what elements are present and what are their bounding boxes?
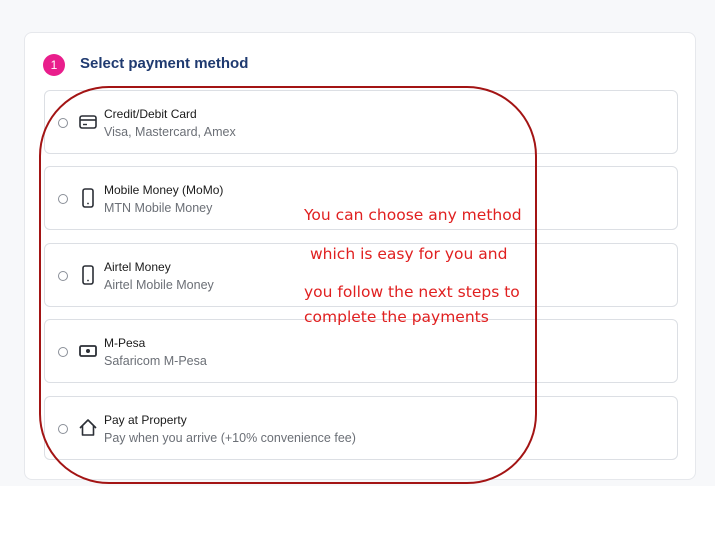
payment-option-mpesa[interactable]: M-Pesa Safaricom M-Pesa <box>44 319 678 383</box>
option-label: Airtel Money <box>104 260 171 274</box>
annotation-text-line: you follow the next steps to <box>304 283 520 301</box>
option-description: Pay when you arrive (+10% convenience fe… <box>104 431 356 445</box>
section-title: Select payment method <box>80 55 249 72</box>
home-icon <box>78 417 98 439</box>
payment-option-pay-at-property[interactable]: Pay at Property Pay when you arrive (+10… <box>44 396 678 460</box>
option-description: Safaricom M-Pesa <box>104 354 207 368</box>
cash-icon <box>78 340 98 362</box>
option-label: Credit/Debit Card <box>104 107 197 121</box>
radio-button[interactable] <box>58 271 68 281</box>
option-label: Pay at Property <box>104 413 187 427</box>
radio-button[interactable] <box>58 424 68 434</box>
option-description: Visa, Mastercard, Amex <box>104 125 236 139</box>
annotation-text-line: You can choose any method <box>304 206 522 224</box>
radio-button[interactable] <box>58 347 68 357</box>
mobile-phone-icon <box>78 264 98 286</box>
annotation-text-line: complete the payments <box>304 308 489 326</box>
payment-option-credit-card[interactable]: Credit/Debit Card Visa, Mastercard, Amex <box>44 90 678 154</box>
radio-button[interactable] <box>58 194 68 204</box>
mobile-phone-icon <box>78 187 98 209</box>
annotation-text-line: which is easy for you and <box>310 245 508 263</box>
option-label: M-Pesa <box>104 336 146 350</box>
option-label: Mobile Money (MoMo) <box>104 183 224 197</box>
radio-button[interactable] <box>58 118 68 128</box>
option-description: Airtel Mobile Money <box>104 278 214 292</box>
credit-card-icon <box>78 111 98 133</box>
step-number-badge: 1 <box>43 54 65 76</box>
option-description: MTN Mobile Money <box>104 201 213 215</box>
